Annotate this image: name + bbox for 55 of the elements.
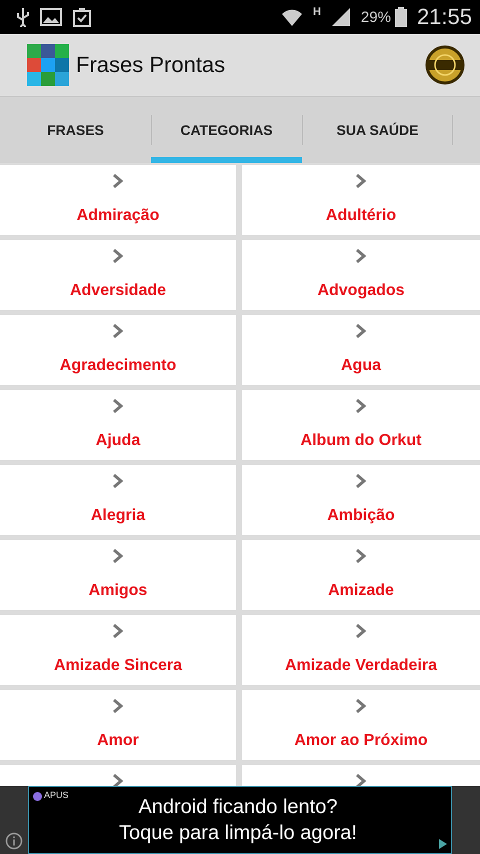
tab[interactable]: FRASES (0, 97, 151, 163)
battery-icon (394, 7, 407, 27)
chevron-icon (355, 623, 367, 639)
chevron-icon (112, 248, 124, 264)
ad-brand: APUS (44, 790, 69, 800)
category-card[interactable]: Agradecimento (0, 315, 236, 385)
chevron-icon (112, 773, 124, 786)
category-card[interactable]: Agua (242, 315, 480, 385)
category-card[interactable]: Ajuda (0, 390, 236, 460)
clipboard-icon (72, 7, 92, 27)
chevron-icon (112, 173, 124, 189)
category-card[interactable]: Adultério (242, 165, 480, 235)
info-icon[interactable] (5, 832, 23, 850)
chevron-icon (355, 548, 367, 564)
play-icon (439, 839, 447, 849)
brand-dot-icon (33, 792, 42, 801)
chevron-icon (355, 473, 367, 489)
category-card[interactable]: Amizade Verdadeira (242, 615, 480, 685)
category-card[interactable]: Amigos (0, 540, 236, 610)
tab[interactable]: SUA SAÚDE (302, 97, 453, 163)
app-logo-icon (26, 44, 70, 86)
chevron-icon (112, 548, 124, 564)
chevron-icon (355, 323, 367, 339)
chevron-icon (112, 698, 124, 714)
chevron-icon (112, 398, 124, 414)
image-icon (40, 8, 62, 26)
category-card[interactable]: Amor ao Próximo (242, 690, 480, 760)
category-card[interactable]: Alegria (0, 465, 236, 535)
chevron-icon (355, 173, 367, 189)
app-title: Frases Prontas (76, 52, 226, 78)
category-card[interactable]: Advogados (242, 240, 480, 310)
category-card[interactable]: Adversidade (0, 240, 236, 310)
chevron-icon (355, 698, 367, 714)
category-card[interactable]: Ambição (242, 465, 480, 535)
network-type: H (312, 6, 321, 18)
category-card[interactable]: Amor (0, 690, 236, 760)
category-card[interactable]: Album do Orkut (242, 390, 480, 460)
premium-badge-icon[interactable] (424, 45, 466, 85)
ad-text: Toque para limpá-lo agora! (119, 821, 357, 846)
chevron-icon (112, 473, 124, 489)
category-card[interactable]: Amizade Sincera (0, 615, 236, 685)
category-card[interactable]: Admiração (0, 165, 236, 235)
chevron-icon (355, 773, 367, 786)
usb-icon (16, 7, 30, 27)
signal-icon (330, 7, 351, 27)
chevron-icon (355, 398, 367, 414)
ad-banner[interactable]: APUS Android ficando lento? Toque para limpá-lo agora! (28, 786, 452, 854)
wifi-icon (280, 7, 303, 27)
clock: 21:55 (416, 4, 472, 30)
chevron-icon (355, 248, 367, 264)
battery-percent: 29% (360, 8, 391, 26)
chevron-icon (112, 323, 124, 339)
chevron-icon (112, 623, 124, 639)
ad-text: Android ficando lento? (138, 795, 338, 820)
category-card[interactable]: Amizade (242, 540, 480, 610)
